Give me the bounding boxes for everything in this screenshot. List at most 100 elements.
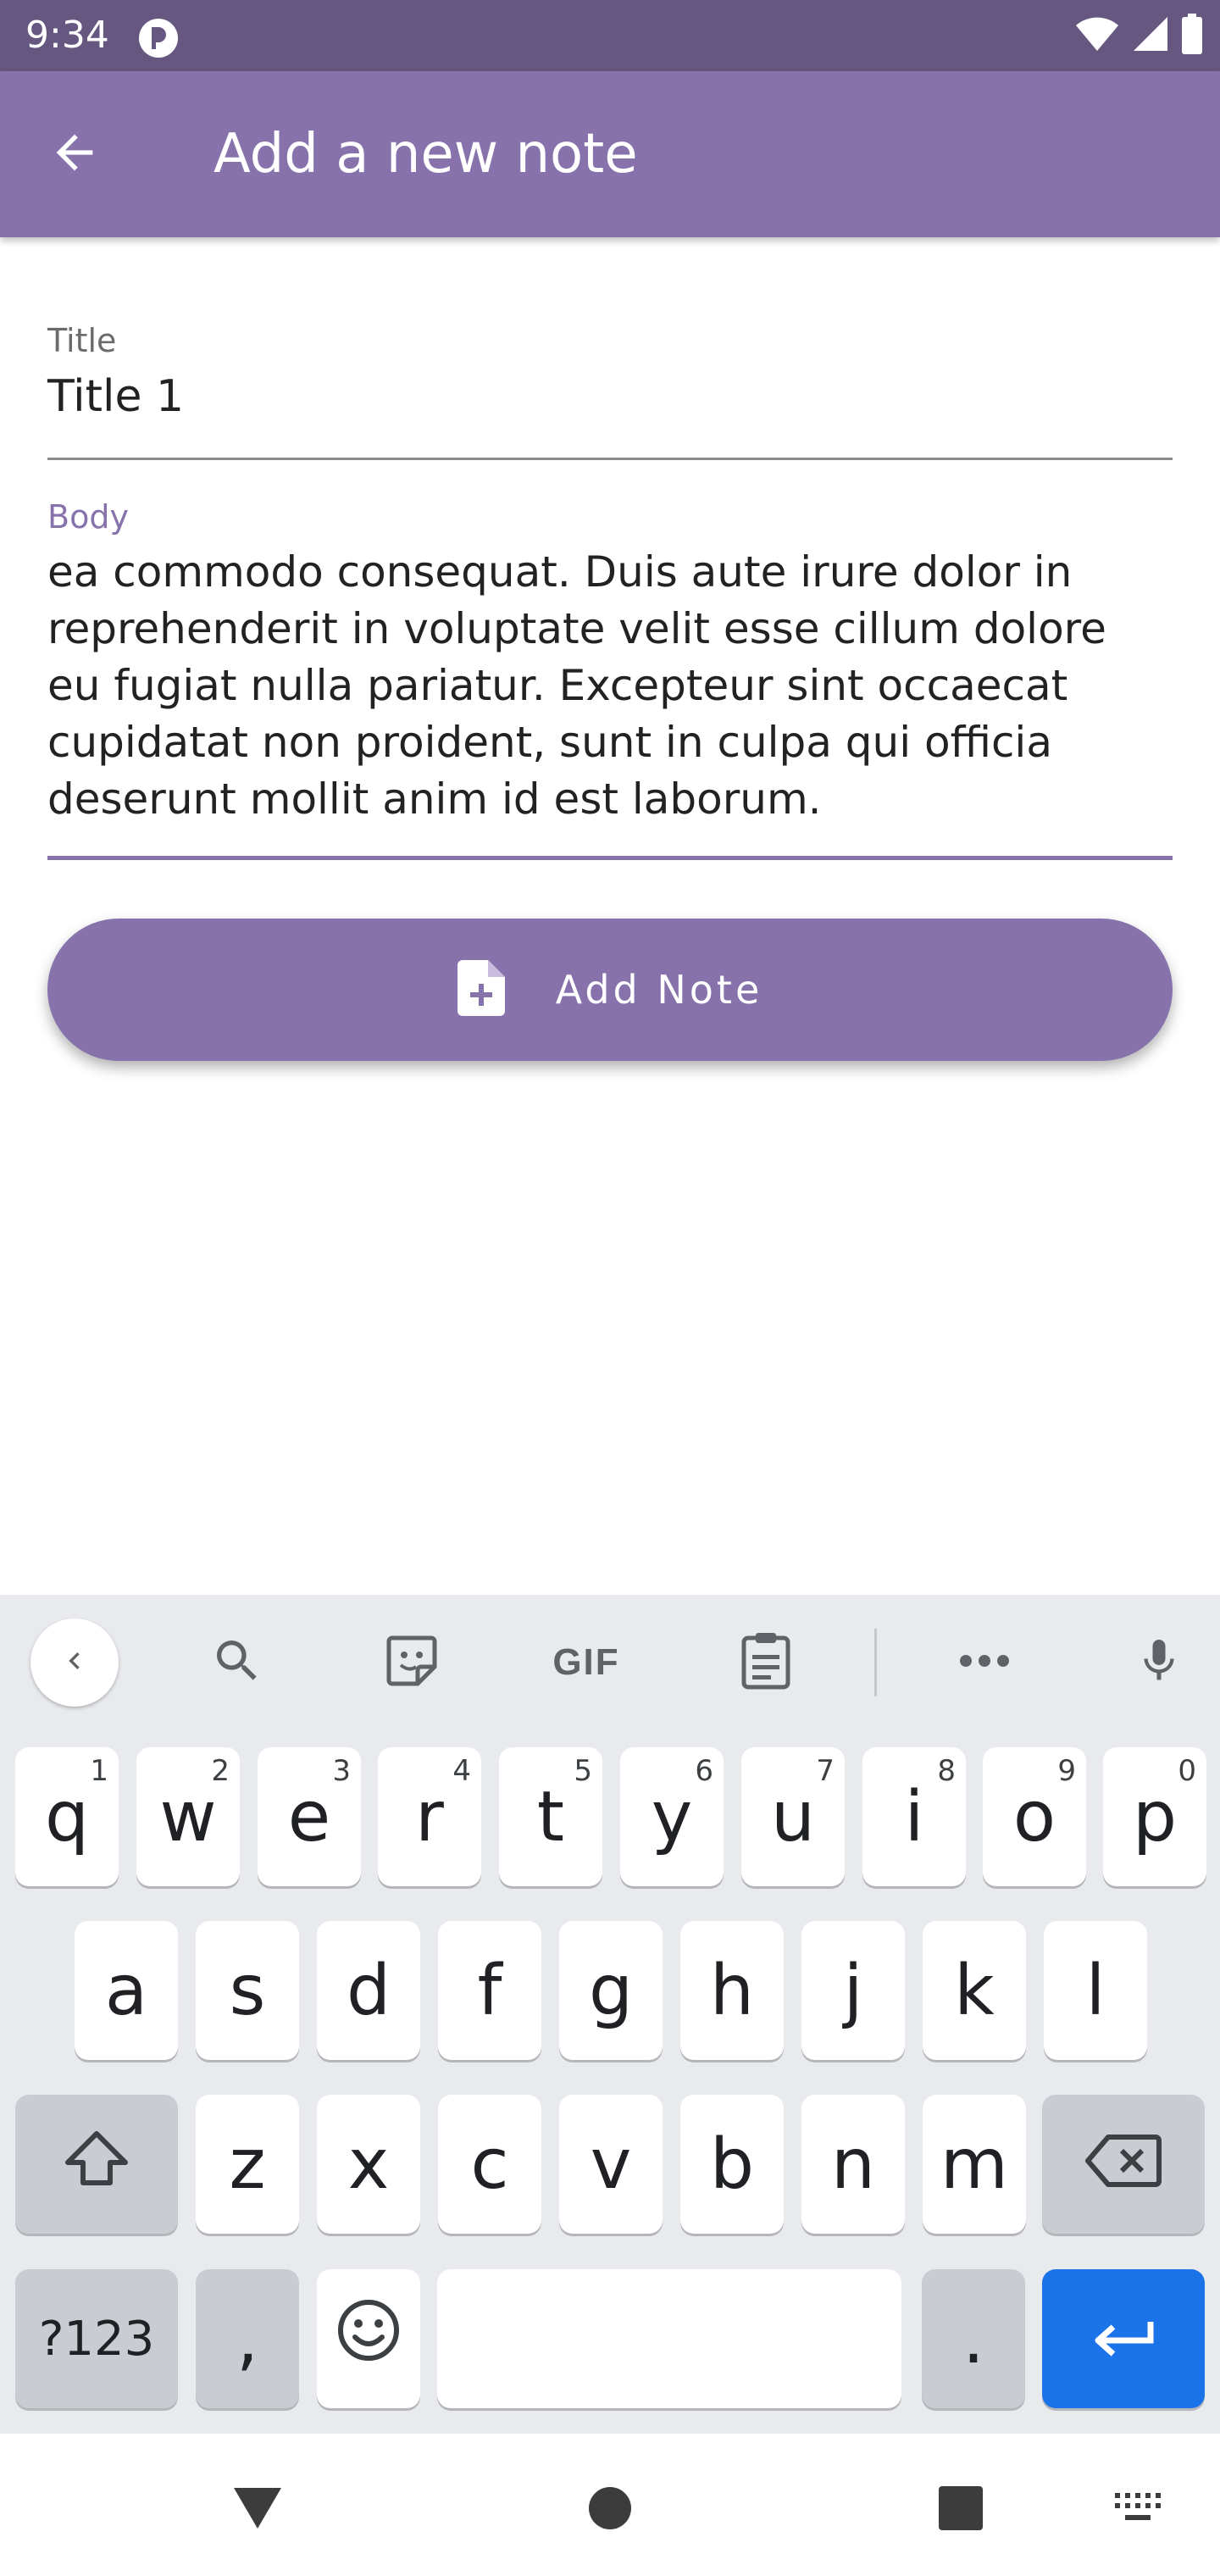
recents-square-icon (939, 2485, 983, 2534)
gif-icon: GIF (552, 1641, 620, 1683)
mic-icon (1134, 1631, 1184, 1695)
key-p[interactable]: p0 (1103, 1747, 1206, 1886)
key-hint: 4 (452, 1754, 471, 1788)
backspace-icon (1084, 2124, 1162, 2205)
more-icon (957, 1652, 1012, 1674)
period-key[interactable]: . (922, 2269, 1025, 2408)
key-n[interactable]: n (801, 2095, 905, 2234)
search-icon (210, 1634, 264, 1692)
keyboard-icon (1113, 2491, 1164, 2529)
enter-icon (1091, 2299, 1156, 2379)
backspace-key[interactable] (1042, 2095, 1205, 2234)
key-m[interactable]: m (923, 2095, 1026, 2234)
key-label: e (287, 1776, 331, 1857)
key-d[interactable]: d (317, 1921, 420, 2060)
triangle-down-icon (230, 2484, 285, 2536)
comma-key[interactable]: , (196, 2269, 299, 2408)
key-label: q (44, 1776, 90, 1857)
navigation-bar (0, 2434, 1220, 2576)
keyboard-toolbar-divider (874, 1629, 877, 1696)
note-add-icon (457, 959, 505, 1020)
body-field-label: Body (47, 498, 129, 536)
shift-key[interactable] (15, 2095, 178, 2234)
keyboard-sticker-button[interactable] (369, 1629, 454, 1696)
enter-key[interactable] (1042, 2269, 1205, 2408)
title-input[interactable]: Title 1 (47, 369, 184, 424)
key-hint: 7 (816, 1754, 835, 1788)
nav-recents-button[interactable] (918, 2468, 1003, 2552)
keyboard-more-button[interactable] (942, 1629, 1027, 1696)
key-label: y (651, 1776, 693, 1857)
key-f[interactable]: f (438, 1921, 541, 2060)
key-hint: 9 (1057, 1754, 1076, 1788)
keyboard-search-button[interactable] (195, 1629, 280, 1696)
shift-icon (63, 2124, 130, 2205)
body-underline (47, 856, 1173, 860)
key-label: w (159, 1776, 217, 1857)
key-k[interactable]: k (923, 1921, 1026, 2060)
key-w[interactable]: w2 (136, 1747, 240, 1886)
nav-keyboard-switch-button[interactable] (1096, 2468, 1181, 2552)
title-underline (47, 458, 1173, 460)
key-label: i (904, 1776, 924, 1857)
keyboard-clipboard-button[interactable] (724, 1629, 808, 1696)
key-e[interactable]: e3 (258, 1747, 361, 1886)
page-title: Add a new note (214, 123, 638, 186)
key-j[interactable]: j (801, 1921, 905, 2060)
title-field-label: Title (47, 322, 117, 359)
key-c[interactable]: c (438, 2095, 541, 2234)
soft-keyboard: GIF q1 w2 e3 r 4 t 5 y 6 u 7 i 8 o 9 p 0… (0, 1595, 1220, 2434)
status-bar: 9:34 (0, 0, 1220, 71)
key-s[interactable]: s (196, 1921, 299, 2060)
key-z[interactable]: z (196, 2095, 299, 2234)
key-g[interactable]: g (559, 1921, 663, 2060)
status-time: 9:34 (25, 14, 109, 57)
key-label: u (771, 1776, 815, 1857)
nav-back-button[interactable] (215, 2468, 300, 2552)
key-hint: 3 (332, 1754, 351, 1788)
key-b[interactable]: b (680, 2095, 784, 2234)
key-r[interactable]: r4 (378, 1747, 481, 1886)
status-icons (1074, 12, 1203, 59)
key-hint: 5 (574, 1754, 592, 1788)
symbols-key[interactable]: ?123 (15, 2269, 178, 2408)
key-h[interactable]: h (680, 1921, 784, 2060)
battery-icon (1181, 13, 1203, 58)
key-a[interactable]: a (75, 1921, 178, 2060)
body-input[interactable]: ea commodo consequat. Duis aute irure do… (47, 544, 1173, 828)
key-v[interactable]: v (559, 2095, 663, 2234)
wifi-icon (1074, 15, 1120, 57)
emoji-key[interactable] (317, 2269, 420, 2408)
signal-icon (1132, 15, 1169, 57)
key-t[interactable]: t5 (499, 1747, 602, 1886)
key-hint: 1 (90, 1754, 108, 1788)
back-button[interactable] (34, 114, 115, 195)
key-hint: 0 (1178, 1754, 1196, 1788)
add-note-button[interactable]: Add Note (47, 919, 1173, 1061)
key-i[interactable]: i8 (862, 1747, 966, 1886)
app-bar: Add a new note (0, 71, 1220, 237)
key-x[interactable]: x (317, 2095, 420, 2234)
key-hint: 8 (937, 1754, 956, 1788)
app-notification-icon (137, 17, 180, 59)
arrow-back-icon (47, 125, 102, 184)
key-hint: 6 (695, 1754, 713, 1788)
key-y[interactable]: y6 (620, 1747, 724, 1886)
key-label: t (536, 1776, 565, 1857)
key-hint: 2 (211, 1754, 230, 1788)
sticker-icon (385, 1635, 438, 1691)
key-label: r (415, 1776, 444, 1857)
key-o[interactable]: o9 (983, 1747, 1086, 1886)
key-l[interactable]: l (1044, 1921, 1147, 2060)
space-key[interactable] (437, 2269, 901, 2408)
keyboard-gif-button[interactable]: GIF (544, 1629, 629, 1696)
clipboard-icon (740, 1631, 791, 1695)
keyboard-mic-button[interactable] (1117, 1629, 1201, 1696)
add-note-label: Add Note (555, 967, 763, 1013)
keyboard-collapse-button[interactable] (30, 1618, 119, 1707)
key-u[interactable]: u7 (741, 1747, 845, 1886)
home-circle-icon (588, 2486, 632, 2534)
nav-home-button[interactable] (568, 2468, 652, 2552)
key-q[interactable]: q1 (15, 1747, 119, 1886)
key-label: o (1012, 1776, 1056, 1857)
